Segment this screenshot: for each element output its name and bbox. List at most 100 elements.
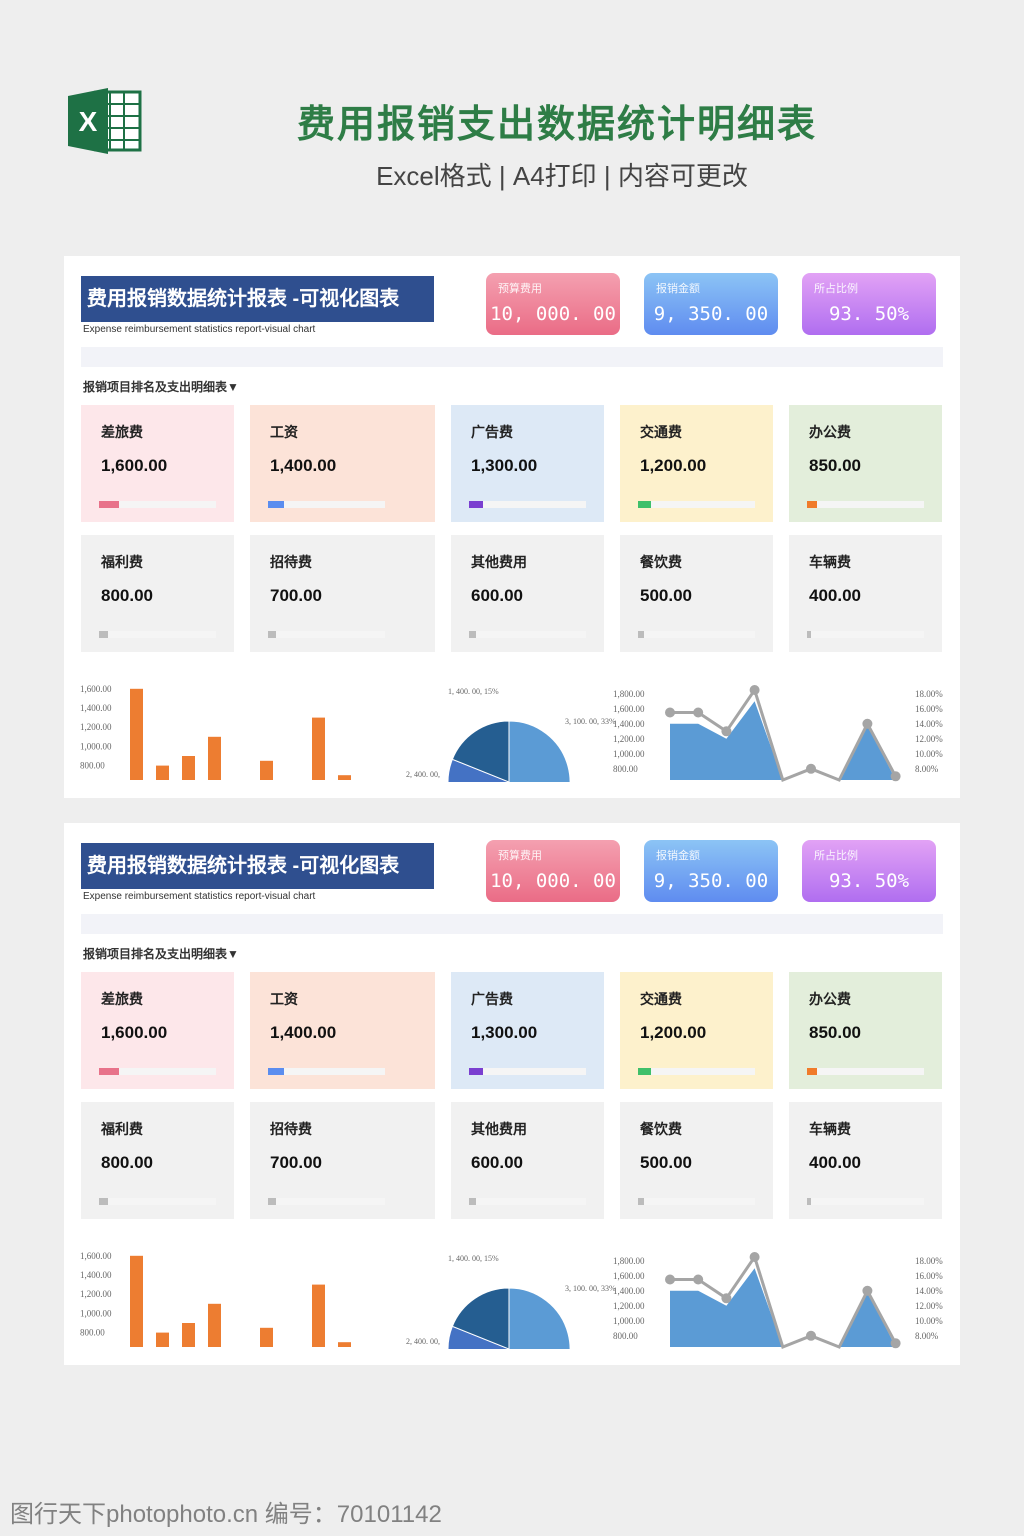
kpi-label: 所占比例 [814, 283, 858, 295]
area-y-tick-right: 18.00% [915, 689, 943, 699]
bar-y-tick: 1,400.00 [80, 1270, 112, 1280]
expense-progress-track [807, 501, 924, 508]
kpi-card: 预算费用 10, 000. 00 [486, 273, 620, 335]
expense-name: 车辆费 [809, 554, 851, 570]
line-point [693, 707, 704, 718]
area-y-tick-right: 14.00% [915, 719, 943, 729]
expense-progress-fill [638, 631, 644, 638]
expense-name: 招待费 [270, 1121, 312, 1137]
expense-value: 400.00 [809, 586, 861, 605]
expense-card: 工资 1,400.00 [250, 405, 435, 522]
expense-progress-track [99, 1068, 216, 1075]
expense-value: 600.00 [471, 1153, 523, 1172]
expense-card: 餐饮费 500.00 [620, 535, 773, 652]
expense-progress-track [268, 1198, 385, 1205]
expense-progress-fill [469, 501, 484, 508]
expense-progress-track [268, 501, 385, 508]
line-point [693, 1274, 704, 1285]
expense-progress-track [268, 631, 385, 638]
expense-progress-fill [469, 1198, 476, 1205]
kpi-label: 报销金额 [656, 283, 700, 295]
expense-card: 福利费 800.00 [81, 1102, 234, 1219]
kpi-card: 报销金额 9, 350. 00 [644, 273, 778, 335]
expense-value: 850.00 [809, 1023, 861, 1042]
bar-y-tick: 800.00 [80, 1328, 105, 1338]
area-y-tick-right: 12.00% [915, 1301, 943, 1311]
line-point [806, 1330, 816, 1341]
expense-card: 车辆费 400.00 [789, 535, 942, 652]
bar-y-tick: 1,200.00 [80, 1289, 112, 1299]
expense-name: 其他费用 [471, 1121, 527, 1137]
line-point [862, 1285, 873, 1296]
expense-value: 500.00 [640, 586, 692, 605]
kpi-label: 报销金额 [656, 850, 700, 862]
area-y-tick-left: 800.00 [613, 764, 638, 774]
line-point [890, 771, 901, 782]
expense-value: 1,200.00 [640, 1023, 707, 1042]
divider-band [81, 914, 943, 934]
expense-progress-fill [99, 501, 119, 508]
expense-progress-track [469, 501, 586, 508]
expense-progress-track [807, 1198, 924, 1205]
expense-value: 1,600.00 [101, 1023, 168, 1042]
report-panel: 费用报销数据统计报表 -可视化图表 Expense reimbursement s… [64, 256, 960, 798]
expense-progress-track [99, 631, 216, 638]
expense-progress-fill [469, 1068, 484, 1075]
kpi-label: 所占比例 [814, 850, 858, 862]
expense-card: 差旅费 1,600.00 [81, 405, 234, 522]
kpi-value: 10, 000. 00 [490, 303, 616, 325]
bar-mark [338, 775, 351, 780]
section-label[interactable]: 报销项目排名及支出明细表▼ [83, 945, 239, 962]
expense-value: 800.00 [101, 586, 153, 605]
expense-card: 其他费用 600.00 [451, 535, 604, 652]
expense-name: 差旅费 [101, 424, 143, 440]
expense-progress-track [807, 631, 924, 638]
pie-label: 1, 400. 00, 15% [448, 1254, 499, 1263]
bar-y-tick: 1,600.00 [80, 1251, 112, 1261]
expense-value: 850.00 [809, 456, 861, 475]
area-y-tick-left: 800.00 [613, 1331, 638, 1341]
expense-progress-track [807, 1068, 924, 1075]
expense-name: 办公费 [809, 424, 851, 440]
line-point [749, 685, 760, 695]
expense-progress-fill [99, 1068, 119, 1075]
bar-mark [130, 1255, 143, 1347]
bar-y-tick: 1,400.00 [80, 703, 112, 713]
charts-area: 1,600.00 1,400.00 1,200.00 1,000.00 800.00 1,… [80, 684, 943, 782]
expense-progress-track [469, 1198, 586, 1205]
bar-mark [156, 765, 169, 780]
area-series [670, 1268, 896, 1347]
expense-value: 700.00 [270, 1153, 322, 1172]
expense-progress-fill [807, 1068, 817, 1075]
pie-label: 2, 400. 00, [406, 1337, 440, 1346]
expense-progress-fill [268, 501, 284, 508]
expense-progress-fill [99, 1198, 108, 1205]
bar-mark [338, 1342, 351, 1347]
line-point [806, 763, 816, 774]
line-point [890, 1338, 901, 1349]
expense-card: 广告费 1,300.00 [451, 972, 604, 1089]
kpi-card: 报销金额 9, 350. 00 [644, 840, 778, 902]
report-panel: 费用报销数据统计报表 -可视化图表 Expense reimbursement s… [64, 823, 960, 1365]
kpi-card: 预算费用 10, 000. 00 [486, 840, 620, 902]
line-point [749, 1252, 760, 1262]
bar-mark [260, 1327, 273, 1347]
expense-progress-track [638, 1198, 755, 1205]
expense-card: 其他费用 600.00 [451, 1102, 604, 1219]
pie-label: 3, 100. 00, 33% [565, 1284, 616, 1293]
expense-card: 交通费 1,200.00 [620, 405, 773, 522]
area-y-tick-left: 1,600.00 [613, 704, 645, 714]
expense-card: 招待费 700.00 [250, 535, 435, 652]
expense-name: 工资 [270, 424, 298, 440]
expense-card: 工资 1,400.00 [250, 972, 435, 1089]
area-y-tick-right: 18.00% [915, 1256, 943, 1266]
expense-progress-fill [807, 501, 817, 508]
pie-label: 2, 400. 00, [406, 770, 440, 779]
watermark-text: 图行天下photophoto.cn 编号：70101142 [10, 1501, 442, 1528]
expense-name: 广告费 [471, 424, 513, 440]
expense-progress-fill [638, 1198, 644, 1205]
expense-progress-fill [638, 1068, 652, 1075]
expense-value: 1,300.00 [471, 1023, 538, 1042]
area-y-tick-right: 16.00% [915, 704, 943, 714]
section-label[interactable]: 报销项目排名及支出明细表▼ [83, 378, 239, 395]
